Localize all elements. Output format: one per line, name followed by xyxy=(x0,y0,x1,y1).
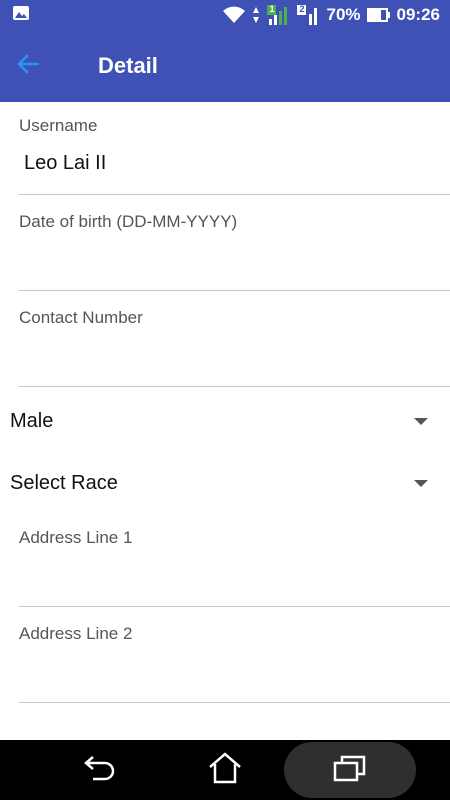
address-line-1-label: Address Line 1 xyxy=(19,528,133,547)
nav-home-icon xyxy=(208,751,242,789)
address-line-2-field[interactable]: Address Line 2 xyxy=(19,610,450,706)
battery-icon xyxy=(366,7,391,23)
race-selected: Select Race xyxy=(10,471,118,494)
battery-percent: 70% xyxy=(326,5,361,24)
image-notification-icon xyxy=(12,5,30,26)
page-title: Detail xyxy=(98,53,158,78)
contact-number-label: Contact Number xyxy=(19,308,143,327)
contact-number-field[interactable]: Contact Number xyxy=(19,294,450,390)
data-transfer-icon xyxy=(252,5,260,25)
dob-field[interactable]: Date of birth (DD-MM-YYYY) xyxy=(19,198,450,294)
address-line-2-underline xyxy=(19,702,450,703)
nav-recents-icon xyxy=(333,754,367,787)
status-bar: 1 2 70% 09:26 xyxy=(0,0,450,30)
address-line-1-field[interactable]: Address Line 1 xyxy=(19,514,450,610)
gender-select[interactable]: Male xyxy=(0,390,450,452)
address-line-2-label: Address Line 2 xyxy=(19,624,133,643)
signal-sim2-icon: 2 xyxy=(296,4,320,26)
race-select[interactable]: Select Race xyxy=(0,452,450,514)
sim2-badge: 2 xyxy=(299,4,305,14)
gender-selected: Male xyxy=(10,409,54,432)
back-button[interactable] xyxy=(0,30,56,102)
nav-back-icon xyxy=(83,753,117,788)
contact-number-underline xyxy=(19,386,450,387)
nav-home-button[interactable] xyxy=(185,740,265,800)
arrow-back-icon xyxy=(17,53,40,79)
dropdown-arrow-icon xyxy=(414,417,428,425)
nav-recents-button[interactable] xyxy=(284,742,416,798)
username-label: Username xyxy=(19,116,98,135)
app-bar: Detail xyxy=(0,30,450,102)
nav-back-button[interactable] xyxy=(60,740,140,800)
sim1-badge: 1 xyxy=(269,4,275,14)
username-underline xyxy=(19,194,450,195)
dob-underline xyxy=(19,290,450,291)
signal-sim1-icon: 1 xyxy=(266,4,290,26)
username-value[interactable]: Leo Lai II xyxy=(24,152,106,175)
address-line-1-underline xyxy=(19,606,450,607)
system-nav-bar xyxy=(0,740,450,800)
dob-label: Date of birth (DD-MM-YYYY) xyxy=(19,212,238,231)
detail-form: Username Leo Lai II Date of birth (DD-MM… xyxy=(0,102,450,740)
dropdown-arrow-icon xyxy=(414,479,428,487)
username-field[interactable]: Username Leo Lai II xyxy=(19,102,450,198)
wifi-icon xyxy=(222,5,246,25)
clock: 09:26 xyxy=(396,5,440,24)
